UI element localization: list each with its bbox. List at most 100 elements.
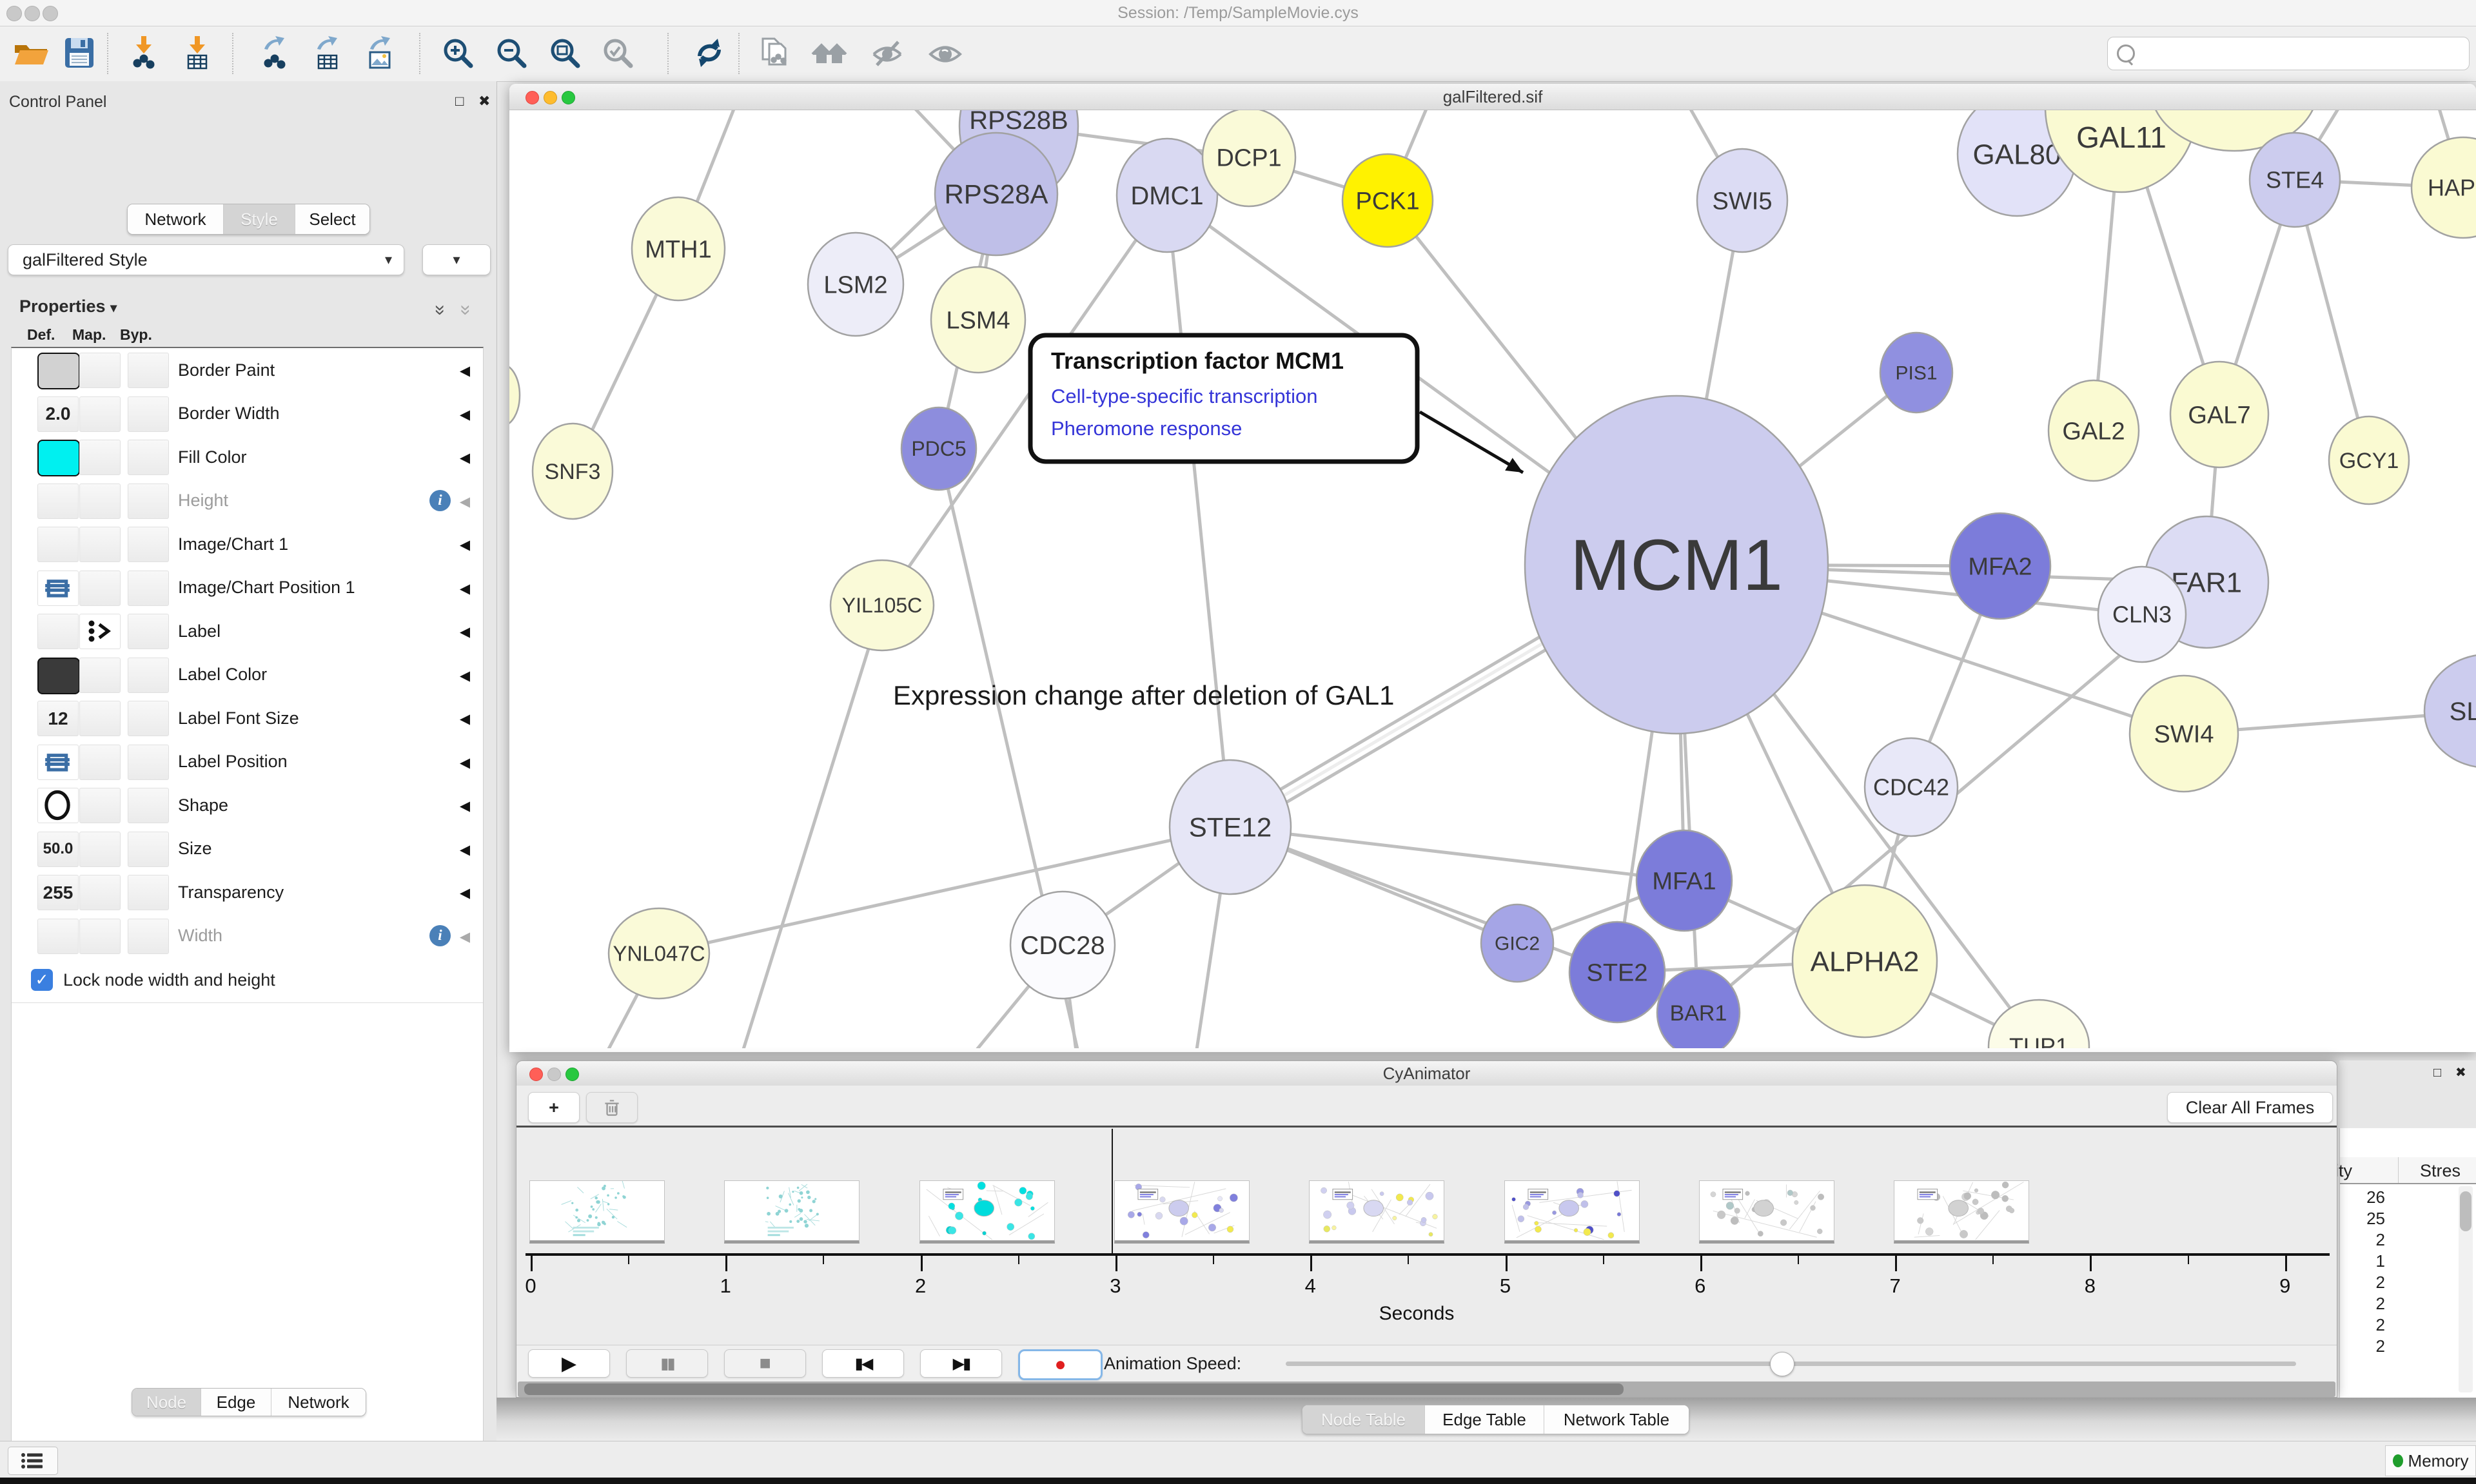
save-session-icon[interactable] <box>61 35 99 72</box>
frame-thumbnail-2[interactable] <box>919 1180 1055 1244</box>
previous-frame-button[interactable]: ▮◀ <box>822 1349 904 1378</box>
mapping-cell[interactable] <box>79 483 121 519</box>
expand-row-icon[interactable]: ◀ <box>460 624 470 640</box>
default-value-cell[interactable]: 50.0 <box>37 832 79 867</box>
table-cell[interactable]: 2 <box>2340 1230 2385 1250</box>
default-value-cell[interactable] <box>37 614 79 649</box>
tab-network[interactable]: Network <box>128 204 224 234</box>
clear-all-frames-button[interactable]: Clear All Frames <box>2167 1092 2333 1123</box>
annotation-link[interactable]: Pheromone response <box>1051 417 1242 440</box>
collapse-all-icon[interactable]: » <box>455 305 477 316</box>
refresh-layout-icon[interactable] <box>691 35 729 72</box>
network-window-titlebar[interactable]: galFiltered.sif <box>509 84 2476 110</box>
table-cell[interactable]: 2 <box>2340 1273 2385 1293</box>
expand-row-icon[interactable]: ◀ <box>460 581 470 597</box>
frame-thumbnail-5[interactable] <box>1504 1180 1640 1244</box>
table-cell[interactable]: 2 <box>2340 1315 2385 1335</box>
tab-node[interactable]: Node <box>132 1389 201 1416</box>
hide-details-icon[interactable] <box>869 35 907 72</box>
open-session-icon[interactable] <box>13 35 50 72</box>
play-button[interactable]: ▶ <box>528 1349 610 1378</box>
default-value-cell[interactable] <box>37 788 79 823</box>
add-frame-button[interactable]: + <box>528 1092 580 1123</box>
bypass-cell[interactable] <box>128 440 169 475</box>
bypass-cell[interactable] <box>128 571 169 606</box>
bypass-cell[interactable] <box>128 614 169 649</box>
style-selector[interactable]: galFiltered Style ▾ <box>8 244 404 275</box>
zoom-fit-icon[interactable] <box>547 35 584 72</box>
frame-thumbnail-1[interactable] <box>724 1180 860 1244</box>
expand-row-icon[interactable]: ◀ <box>460 755 470 771</box>
tab-select[interactable]: Select <box>295 204 369 234</box>
tab-network[interactable]: Network <box>271 1389 366 1416</box>
tab-edge-table[interactable]: Edge Table <box>1425 1405 1544 1434</box>
frame-thumbnail-7[interactable] <box>1894 1180 2029 1244</box>
default-value-cell[interactable]: 255 <box>37 875 79 910</box>
tab-network-table[interactable]: Network Table <box>1544 1405 1689 1434</box>
playhead[interactable] <box>1112 1129 1113 1253</box>
mapping-cell[interactable] <box>79 353 121 388</box>
caption-annotation[interactable]: Expression change after deletion of GAL1 <box>893 680 1395 710</box>
stop-button[interactable]: ■ <box>724 1349 806 1378</box>
lock-checkbox[interactable]: ✓ <box>31 969 53 991</box>
timeline-scrollbar[interactable] <box>518 1381 2335 1397</box>
expand-row-icon[interactable]: ◀ <box>460 668 470 684</box>
import-table-icon[interactable] <box>179 35 217 72</box>
table-cell[interactable]: 2 <box>2340 1336 2385 1356</box>
expand-row-icon[interactable]: ◀ <box>460 363 470 379</box>
mapping-cell[interactable] <box>79 745 121 780</box>
zoom-selected-icon[interactable] <box>600 35 637 72</box>
record-button[interactable]: ● <box>1018 1349 1103 1380</box>
mapping-cell[interactable] <box>79 875 121 910</box>
bypass-cell[interactable] <box>128 483 169 519</box>
frame-thumbnail-6[interactable] <box>1699 1180 1834 1244</box>
expand-row-icon[interactable]: ◀ <box>460 407 470 423</box>
table-header-row[interactable]: ity Stres <box>2340 1157 2476 1184</box>
bypass-cell[interactable] <box>128 527 169 562</box>
mapping-cell[interactable] <box>79 788 121 823</box>
bypass-cell[interactable] <box>128 701 169 736</box>
expand-row-icon[interactable]: ◀ <box>460 711 470 727</box>
search-input[interactable] <box>2140 44 2469 63</box>
frame-thumbnail-3[interactable] <box>1114 1180 1250 1244</box>
annotation-box[interactable]: Transcription factor MCM1Cell-type-speci… <box>1030 335 1523 473</box>
mapping-cell[interactable] <box>79 832 121 867</box>
mapping-cell[interactable] <box>79 919 121 954</box>
expand-row-icon[interactable]: ◀ <box>460 885 470 901</box>
tab-node-table[interactable]: Node Table <box>1302 1405 1425 1434</box>
export-table-icon[interactable] <box>310 35 347 72</box>
bypass-cell[interactable] <box>128 658 169 693</box>
search-field[interactable] <box>2107 37 2470 70</box>
bypass-cell[interactable] <box>128 396 169 432</box>
cyanimator-titlebar[interactable]: CyAnimator <box>516 1061 2337 1086</box>
next-frame-button[interactable]: ▶▮ <box>920 1349 1002 1378</box>
style-options-button[interactable]: ▾ <box>422 244 491 275</box>
table-cell[interactable]: 26 <box>2340 1187 2385 1207</box>
default-value-cell[interactable] <box>37 919 79 954</box>
memory-button[interactable]: Memory <box>2385 1445 2476 1476</box>
mapping-cell[interactable] <box>79 440 121 475</box>
table-cell[interactable]: 2 <box>2340 1294 2385 1314</box>
bypass-cell[interactable] <box>128 745 169 780</box>
mapping-cell[interactable] <box>79 658 121 693</box>
import-network-icon[interactable] <box>126 35 163 72</box>
default-value-cell[interactable]: 12 <box>37 701 79 736</box>
network-canvas[interactable]: RPS28BRPS28ADMC1DCP1PCK1MTH1LSM2LSM4SNF3… <box>509 110 2476 1048</box>
info-icon[interactable]: i <box>429 925 451 946</box>
expand-row-icon[interactable]: ◀ <box>460 798 470 814</box>
node-LEFTY[interactable] <box>509 364 520 426</box>
default-value-cell[interactable] <box>37 483 79 519</box>
mapping-cell[interactable] <box>79 527 121 562</box>
default-value-cell[interactable] <box>37 571 79 606</box>
mapping-cell[interactable] <box>79 701 121 736</box>
default-value-cell[interactable] <box>37 527 79 562</box>
show-panels-button[interactable] <box>8 1447 58 1475</box>
bypass-cell[interactable] <box>128 832 169 867</box>
table-scrollbar[interactable] <box>2459 1186 2473 1392</box>
expand-row-icon[interactable]: ◀ <box>460 929 470 945</box>
expand-row-icon[interactable]: ◀ <box>460 494 470 510</box>
float-panel-icon[interactable]: □ <box>2433 1066 2441 1080</box>
network-file-icon[interactable] <box>758 35 795 72</box>
delete-frame-button[interactable] <box>586 1092 638 1123</box>
bypass-cell[interactable] <box>128 919 169 954</box>
